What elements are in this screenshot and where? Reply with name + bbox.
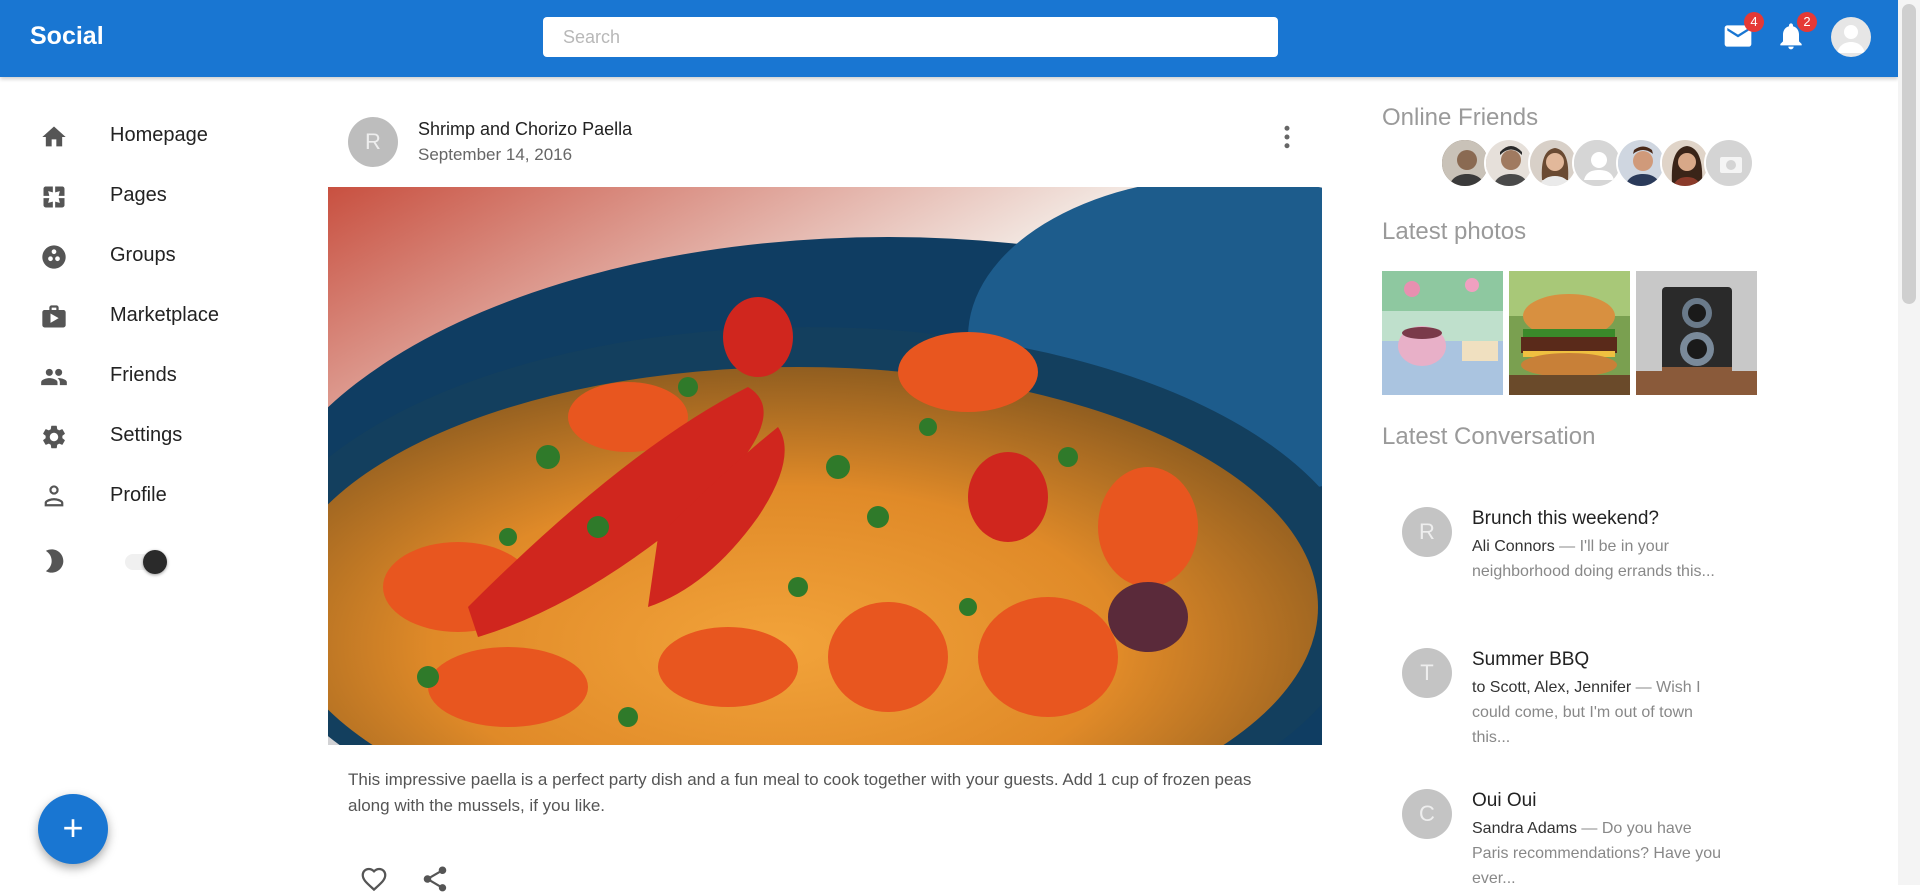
- sidebar-item-label: Friends: [110, 363, 177, 386]
- pages-icon: [43, 186, 65, 208]
- conversation-title: Summer BBQ: [1472, 649, 1590, 670]
- latest-photo[interactable]: [1382, 271, 1503, 395]
- conversation-avatar: R: [1402, 507, 1452, 557]
- sidebar-item-label: Homepage: [110, 123, 208, 146]
- mail-badge: 4: [1744, 12, 1764, 32]
- account-avatar-icon: [1837, 25, 1865, 53]
- latest-photo[interactable]: [1509, 271, 1630, 395]
- latest-photos-title: Latest photos: [1382, 218, 1527, 245]
- heart-icon[interactable]: [359, 864, 389, 894]
- conversation-avatar: T: [1402, 648, 1452, 698]
- share-icon[interactable]: [420, 864, 450, 894]
- gear-icon: [43, 425, 65, 449]
- online-friends-title: Online Friends: [1382, 104, 1539, 131]
- paella-image: [328, 187, 1322, 745]
- latest-conversation-title: Latest Conversation: [1382, 423, 1596, 450]
- post-image[interactable]: [328, 187, 1322, 745]
- friend-avatar[interactable]: [1484, 138, 1534, 188]
- profile-icon: [44, 485, 64, 507]
- friend-avatar[interactable]: [1660, 138, 1710, 188]
- marketplace-icon: [42, 305, 66, 328]
- page-scrollbar[interactable]: [1898, 0, 1920, 885]
- search-input[interactable]: [543, 17, 1278, 57]
- conversation-preview: Sandra Adams — Do you have Paris recomme…: [1472, 816, 1732, 885]
- friend-avatar[interactable]: [1572, 138, 1622, 188]
- account-avatar[interactable]: [1831, 17, 1871, 57]
- app-title[interactable]: Social: [30, 22, 104, 51]
- sidebar-item-homepage[interactable]: Homepage: [0, 109, 290, 161]
- sidebar-item-groups[interactable]: Groups: [0, 229, 290, 281]
- sidebar-item-label: Settings: [110, 423, 183, 446]
- conversation-item[interactable]: R Brunch this weekend? Ali Connors — I'l…: [1382, 500, 1762, 620]
- home-icon: [42, 126, 66, 147]
- sidebar-item-label: Groups: [110, 243, 176, 266]
- conversation-item[interactable]: C Oui Oui Sandra Adams — Do you have Par…: [1382, 782, 1762, 885]
- conversation-sender: Ali Connors: [1472, 538, 1555, 555]
- conversation-avatar: C: [1402, 789, 1452, 839]
- notification-badge: 2: [1797, 12, 1817, 32]
- sidebar-item-label: Marketplace: [110, 303, 219, 326]
- sidebar-item-pages[interactable]: Pages: [0, 169, 290, 221]
- post-title[interactable]: Shrimp and Chorizo Paella: [418, 119, 632, 140]
- latest-photo[interactable]: [1636, 271, 1757, 395]
- conversation-sender: to Scott, Alex, Jennifer: [1472, 679, 1632, 696]
- dark-mode-toggle[interactable]: [115, 548, 171, 574]
- create-post-button[interactable]: +: [38, 794, 108, 864]
- conversation-preview: Ali Connors — I'll be in your neighborho…: [1472, 534, 1732, 584]
- conversation-item[interactable]: T Summer BBQ to Scott, Alex, Jennifer — …: [1382, 641, 1762, 761]
- app-bar: Social 4 2: [0, 0, 1898, 77]
- friend-avatar[interactable]: [1704, 138, 1754, 188]
- post-date: September 14, 2016: [418, 145, 573, 164]
- notifications-button[interactable]: 2: [1775, 12, 1817, 52]
- more-vert-icon[interactable]: [1272, 122, 1302, 152]
- conversation-title: Brunch this weekend?: [1472, 508, 1659, 529]
- moon-icon: [45, 549, 64, 573]
- friends-icon: [41, 368, 67, 386]
- toggle-knob: [143, 550, 167, 574]
- scrollbar-thumb[interactable]: [1902, 4, 1916, 304]
- sidebar-item-marketplace[interactable]: Marketplace: [0, 289, 290, 341]
- friend-avatar[interactable]: [1528, 138, 1578, 188]
- sidebar-item-friends[interactable]: Friends: [0, 349, 290, 401]
- groups-icon: [42, 245, 66, 269]
- friend-avatar[interactable]: [1440, 138, 1490, 188]
- post-author-avatar[interactable]: R: [348, 117, 398, 167]
- sidebar-item-label: Profile: [110, 483, 167, 506]
- sidebar-item-profile[interactable]: Profile: [0, 469, 290, 521]
- sidebar-item-label: Pages: [110, 183, 167, 206]
- post-text: This impressive paella is a perfect part…: [348, 770, 1252, 815]
- sidebar-item-settings[interactable]: Settings: [0, 409, 290, 461]
- conversation-sender: Sandra Adams: [1472, 820, 1577, 837]
- conversation-preview: to Scott, Alex, Jennifer — Wish I could …: [1472, 675, 1732, 750]
- conversation-title: Oui Oui: [1472, 790, 1537, 811]
- mail-button[interactable]: 4: [1722, 12, 1764, 52]
- friend-avatar[interactable]: [1616, 138, 1666, 188]
